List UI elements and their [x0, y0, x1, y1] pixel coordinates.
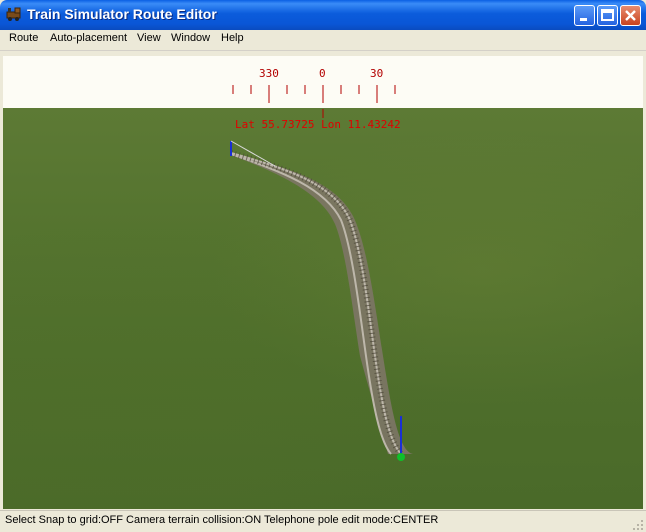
- coordinate-readout: Lat 55.73725 Lon 11.43242: [235, 118, 401, 131]
- menu-window[interactable]: Window: [171, 32, 210, 44]
- status-bar: Select Snap to grid:OFF Camera terrain c…: [0, 510, 646, 532]
- menu-route[interactable]: Route: [9, 32, 38, 44]
- maximize-icon: [601, 9, 614, 21]
- locomotive-app-icon: [6, 7, 21, 21]
- compass-label-30: 30: [370, 67, 384, 80]
- maximize-button[interactable]: [597, 5, 618, 26]
- 3d-viewport[interactable]: 330 0 30 Lat 55.73725 Lon 11.43242: [3, 56, 643, 509]
- menu-auto-placement[interactable]: Auto-placement: [50, 32, 127, 44]
- close-button[interactable]: [620, 5, 641, 26]
- menu-help[interactable]: Help: [221, 32, 244, 44]
- menu-bar: Route Auto-placement View Window Help: [0, 30, 646, 51]
- minimize-icon: [580, 18, 587, 21]
- menu-view[interactable]: View: [137, 32, 161, 44]
- route-editor-window: Train Simulator Route Editor Route Auto-…: [0, 0, 646, 532]
- resize-grip-icon[interactable]: [632, 519, 644, 531]
- close-icon: [625, 10, 636, 21]
- window-title: Train Simulator Route Editor: [27, 6, 217, 22]
- status-text: Select Snap to grid:OFF Camera terrain c…: [5, 514, 439, 526]
- minimize-button[interactable]: [574, 5, 595, 26]
- track-node-handle: [397, 453, 405, 461]
- compass-label-330: 330: [259, 67, 279, 80]
- compass-label-0: 0: [319, 67, 326, 80]
- title-bar[interactable]: Train Simulator Route Editor: [0, 0, 646, 30]
